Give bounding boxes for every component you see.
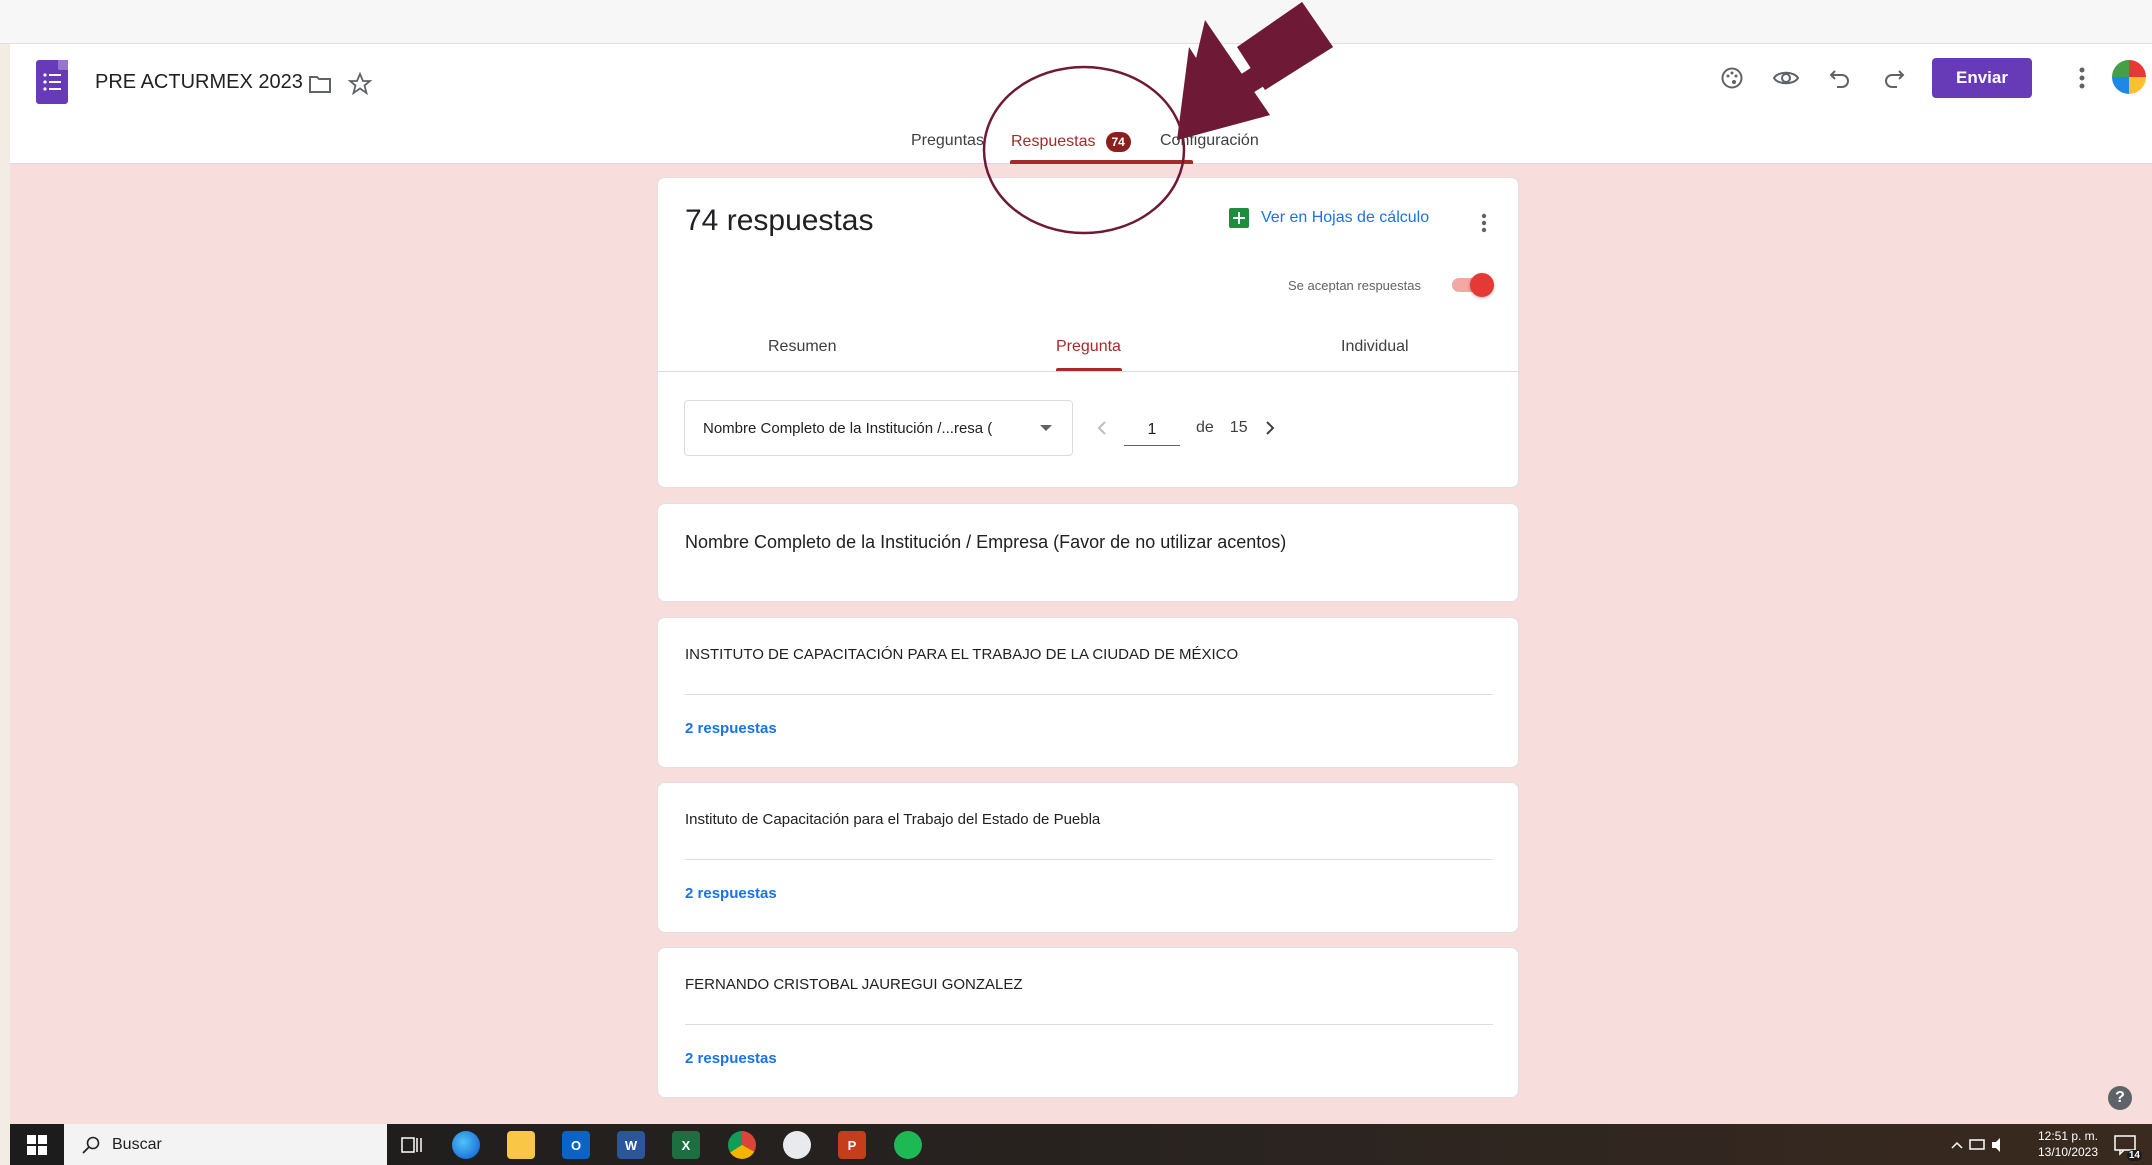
answer-count-link[interactable]: 2 respuestas bbox=[685, 720, 777, 737]
notification-count: 14 bbox=[2126, 1150, 2142, 1161]
spotify-icon[interactable] bbox=[894, 1131, 922, 1159]
form-title[interactable]: PRE ACTURMEX 2023 bbox=[95, 71, 303, 94]
answer-card: FERNANDO CRISTOBAL JAUREGUI GONZALEZ 2 r… bbox=[657, 947, 1519, 1098]
question-title: Nombre Completo de la Institución / Empr… bbox=[685, 532, 1287, 552]
subtab-pregunta[interactable]: Pregunta bbox=[1056, 338, 1121, 356]
question-pager: 1 de 15 bbox=[1088, 410, 1284, 446]
undo-icon[interactable] bbox=[1822, 60, 1858, 96]
file-explorer-icon[interactable] bbox=[507, 1131, 535, 1159]
palette-icon[interactable] bbox=[1714, 60, 1750, 96]
page-number-input[interactable]: 1 bbox=[1124, 410, 1180, 446]
pager-of-label: de bbox=[1196, 419, 1214, 436]
pager-total: 15 bbox=[1229, 419, 1248, 436]
system-tray-icons[interactable] bbox=[1950, 1131, 2010, 1159]
sheets-icon bbox=[1229, 208, 1249, 228]
star-icon[interactable] bbox=[342, 66, 378, 102]
next-question-icon[interactable] bbox=[1256, 410, 1284, 446]
excel-icon[interactable]: X bbox=[672, 1131, 700, 1159]
tab-respuestas[interactable]: Respuestas 74 bbox=[1011, 132, 1131, 152]
subtab-divider bbox=[658, 371, 1518, 372]
send-button[interactable]: Enviar bbox=[1932, 58, 2032, 98]
responses-summary-card: 74 respuestas Ver en Hojas de cálculo Se… bbox=[657, 177, 1519, 488]
answer-divider bbox=[685, 694, 1493, 695]
prev-question-icon[interactable] bbox=[1088, 410, 1116, 446]
dropdown-caret-icon bbox=[1040, 425, 1052, 431]
taskbar-search-box[interactable]: Buscar bbox=[64, 1124, 387, 1165]
browser-top-strip bbox=[0, 0, 2152, 44]
desktop-border bbox=[0, 0, 10, 1165]
edge-icon[interactable] bbox=[452, 1131, 480, 1159]
answer-card: INSTITUTO DE CAPACITACIÓN PARA EL TRABAJ… bbox=[657, 617, 1519, 768]
windows-taskbar: Buscar O W X P 12:51 p. m. 13/10/2023 14 bbox=[10, 1124, 2152, 1165]
answer-count-link[interactable]: 2 respuestas bbox=[685, 885, 777, 902]
word-icon[interactable]: W bbox=[617, 1131, 645, 1159]
question-title-card: Nombre Completo de la Institución / Empr… bbox=[657, 503, 1519, 602]
forms-header: PRE ACTURMEX 2023 Enviar Preguntas Respu… bbox=[10, 44, 2152, 164]
responses-page: 74 respuestas Ver en Hojas de cálculo Se… bbox=[10, 164, 2152, 1124]
answer-text: Instituto de Capacitación para el Trabaj… bbox=[685, 811, 1101, 828]
notifications-icon[interactable]: 14 bbox=[2112, 1131, 2142, 1161]
card-more-vert-icon[interactable] bbox=[1466, 205, 1502, 241]
more-vert-icon[interactable] bbox=[2064, 60, 2100, 96]
help-icon[interactable]: ? bbox=[2108, 1086, 2132, 1110]
clock[interactable]: 12:51 p. m. 13/10/2023 bbox=[2028, 1128, 2108, 1160]
question-dropdown-value: Nombre Completo de la Institución /...re… bbox=[703, 419, 993, 437]
answer-card: Instituto de Capacitación para el Trabaj… bbox=[657, 782, 1519, 933]
responses-count-title: 74 respuestas bbox=[685, 204, 874, 237]
toggle-knob bbox=[1470, 273, 1494, 297]
redo-icon[interactable] bbox=[1876, 60, 1912, 96]
responses-badge: 74 bbox=[1105, 132, 1131, 152]
task-view-icon[interactable] bbox=[398, 1131, 426, 1159]
clock-date: 13/10/2023 bbox=[2037, 1145, 2099, 1159]
account-avatar[interactable] bbox=[2110, 58, 2148, 96]
powerpoint-icon[interactable]: P bbox=[838, 1131, 866, 1159]
accepting-responses-label: Se aceptan respuestas bbox=[1288, 278, 1421, 293]
tab-respuestas-label: Respuestas bbox=[1011, 133, 1096, 150]
answer-text: FERNANDO CRISTOBAL JAUREGUI GONZALEZ bbox=[685, 976, 1023, 993]
windows-start-icon[interactable] bbox=[10, 1124, 64, 1165]
subtab-individual[interactable]: Individual bbox=[1341, 338, 1409, 356]
clock-time: 12:51 p. m. bbox=[2037, 1129, 2099, 1143]
view-in-sheets-link[interactable]: Ver en Hojas de cálculo bbox=[1229, 208, 1429, 228]
view-in-sheets-label: Ver en Hojas de cálculo bbox=[1261, 209, 1430, 226]
tab-preguntas[interactable]: Preguntas bbox=[911, 132, 984, 150]
answer-divider bbox=[685, 859, 1493, 860]
outlook-icon[interactable]: O bbox=[562, 1131, 590, 1159]
subtab-resumen[interactable]: Resumen bbox=[768, 338, 836, 356]
folder-icon[interactable] bbox=[302, 66, 338, 102]
answer-text: INSTITUTO DE CAPACITACIÓN PARA EL TRABAJ… bbox=[685, 646, 1239, 663]
preview-eye-icon[interactable] bbox=[1768, 60, 1804, 96]
search-icon bbox=[82, 1136, 100, 1154]
chrome-icon[interactable] bbox=[728, 1131, 756, 1159]
answer-count-link[interactable]: 2 respuestas bbox=[685, 1050, 777, 1067]
answer-divider bbox=[685, 1024, 1493, 1025]
question-dropdown[interactable]: Nombre Completo de la Institución /...re… bbox=[684, 400, 1073, 456]
whatsapp-icon[interactable] bbox=[783, 1131, 811, 1159]
forms-doc-icon[interactable] bbox=[36, 60, 68, 104]
tab-configuracion[interactable]: Configuración bbox=[1160, 132, 1259, 150]
accepting-responses-toggle[interactable] bbox=[1452, 273, 1494, 297]
taskbar-search-placeholder: Buscar bbox=[112, 1135, 162, 1153]
